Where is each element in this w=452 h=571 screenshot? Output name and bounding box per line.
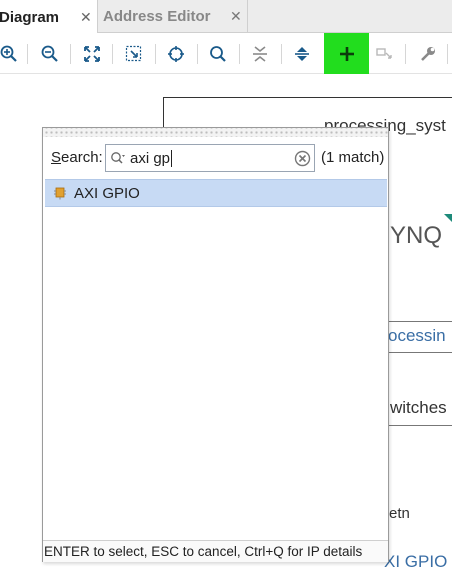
- collapse-button[interactable]: [244, 33, 276, 74]
- zoom-fit-icon: [84, 45, 100, 62]
- toolbar-separator: [27, 44, 28, 64]
- clear-icon[interactable]: [294, 150, 311, 167]
- tab-bar: Diagram ✕ Address Editor ✕: [0, 0, 452, 34]
- zoom-in-icon: [0, 45, 17, 62]
- auto-connect-button[interactable]: [369, 33, 401, 74]
- block-label-processing[interactable]: ocessin: [388, 326, 446, 346]
- block-label-axi-gpio[interactable]: XI GPIO: [384, 552, 447, 571]
- search-icon: [210, 45, 226, 62]
- toolbar-separator: [405, 44, 406, 64]
- expand-icon: [295, 46, 309, 61]
- zoom-out-icon: [41, 45, 58, 62]
- toolbar-separator: [447, 44, 448, 64]
- add-ip-button[interactable]: [324, 33, 369, 74]
- list-item[interactable]: AXI GPIO: [45, 179, 387, 207]
- close-icon[interactable]: ✕: [80, 9, 92, 26]
- wrench-icon: [421, 46, 435, 61]
- result-label: AXI GPIO: [74, 185, 140, 202]
- toolbar-separator: [112, 44, 113, 64]
- ip-core-icon: [54, 187, 66, 200]
- block-label-switches[interactable]: witches: [390, 398, 447, 418]
- zynq-logo: YNQ: [390, 222, 443, 249]
- close-icon[interactable]: ✕: [230, 8, 242, 25]
- match-count: (1 match): [321, 149, 385, 166]
- expand-button[interactable]: [286, 33, 318, 74]
- block-design-window: Diagram ✕ Address Editor ✕ processing_sy…: [0, 0, 452, 571]
- toolbar-separator: [70, 44, 71, 64]
- text-caret: [171, 150, 172, 167]
- footer-hint: ENTER to select, ESC to cancel, Ctrl+Q f…: [44, 544, 363, 559]
- zoom-out-button[interactable]: [34, 33, 66, 74]
- block-border: [163, 97, 452, 98]
- zynq-logo-mark: [444, 214, 452, 222]
- search-row: Search: axi gp (1 match): [43, 142, 388, 174]
- divider: [388, 425, 452, 426]
- tab-diagram[interactable]: Diagram ✕: [0, 0, 98, 34]
- search-input-value: axi gp: [130, 150, 171, 167]
- toolbar-separator: [281, 44, 282, 64]
- divider: [388, 321, 452, 322]
- popup-footer: ENTER to select, ESC to cancel, Ctrl+Q f…: [43, 540, 388, 562]
- search-label-rest: earch:: [61, 149, 103, 166]
- zoom-area-icon: [125, 45, 142, 61]
- zoom-in-button[interactable]: [0, 33, 25, 74]
- target-icon: [168, 45, 184, 62]
- zoom-area-button[interactable]: [118, 33, 150, 74]
- search-button[interactable]: [202, 33, 234, 74]
- results-list: AXI GPIO: [45, 179, 387, 539]
- toolbar-separator: [197, 44, 198, 64]
- zoom-fit-button[interactable]: [76, 33, 108, 74]
- search-input[interactable]: axi gp: [105, 144, 315, 172]
- auto-connect-icon: [376, 47, 392, 59]
- add-ip-icon: [339, 46, 354, 61]
- port-label-rstn[interactable]: etn: [389, 505, 410, 522]
- toolbar-separator: [155, 44, 156, 64]
- search-label-mnemonic: S: [51, 149, 62, 166]
- settings-button[interactable]: [412, 33, 444, 74]
- block-label-fragment: [147, 564, 161, 571]
- collapse-icon: [253, 45, 267, 62]
- search-filter-icon: [111, 152, 125, 164]
- search-label: Search:: [51, 149, 103, 166]
- diagram-toolbar: [0, 33, 452, 74]
- divider: [388, 352, 452, 353]
- center-button[interactable]: [160, 33, 192, 74]
- tab-diagram-label: Diagram: [0, 8, 60, 26]
- add-ip-popup: Search: axi gp (1 match) AXI GPIO ENTER …: [42, 127, 389, 562]
- tab-address-editor[interactable]: Address Editor ✕: [98, 0, 248, 33]
- tab-address-editor-label: Address Editor: [103, 8, 211, 25]
- toolbar-separator: [239, 44, 240, 64]
- popup-drag-handle[interactable]: [43, 128, 388, 137]
